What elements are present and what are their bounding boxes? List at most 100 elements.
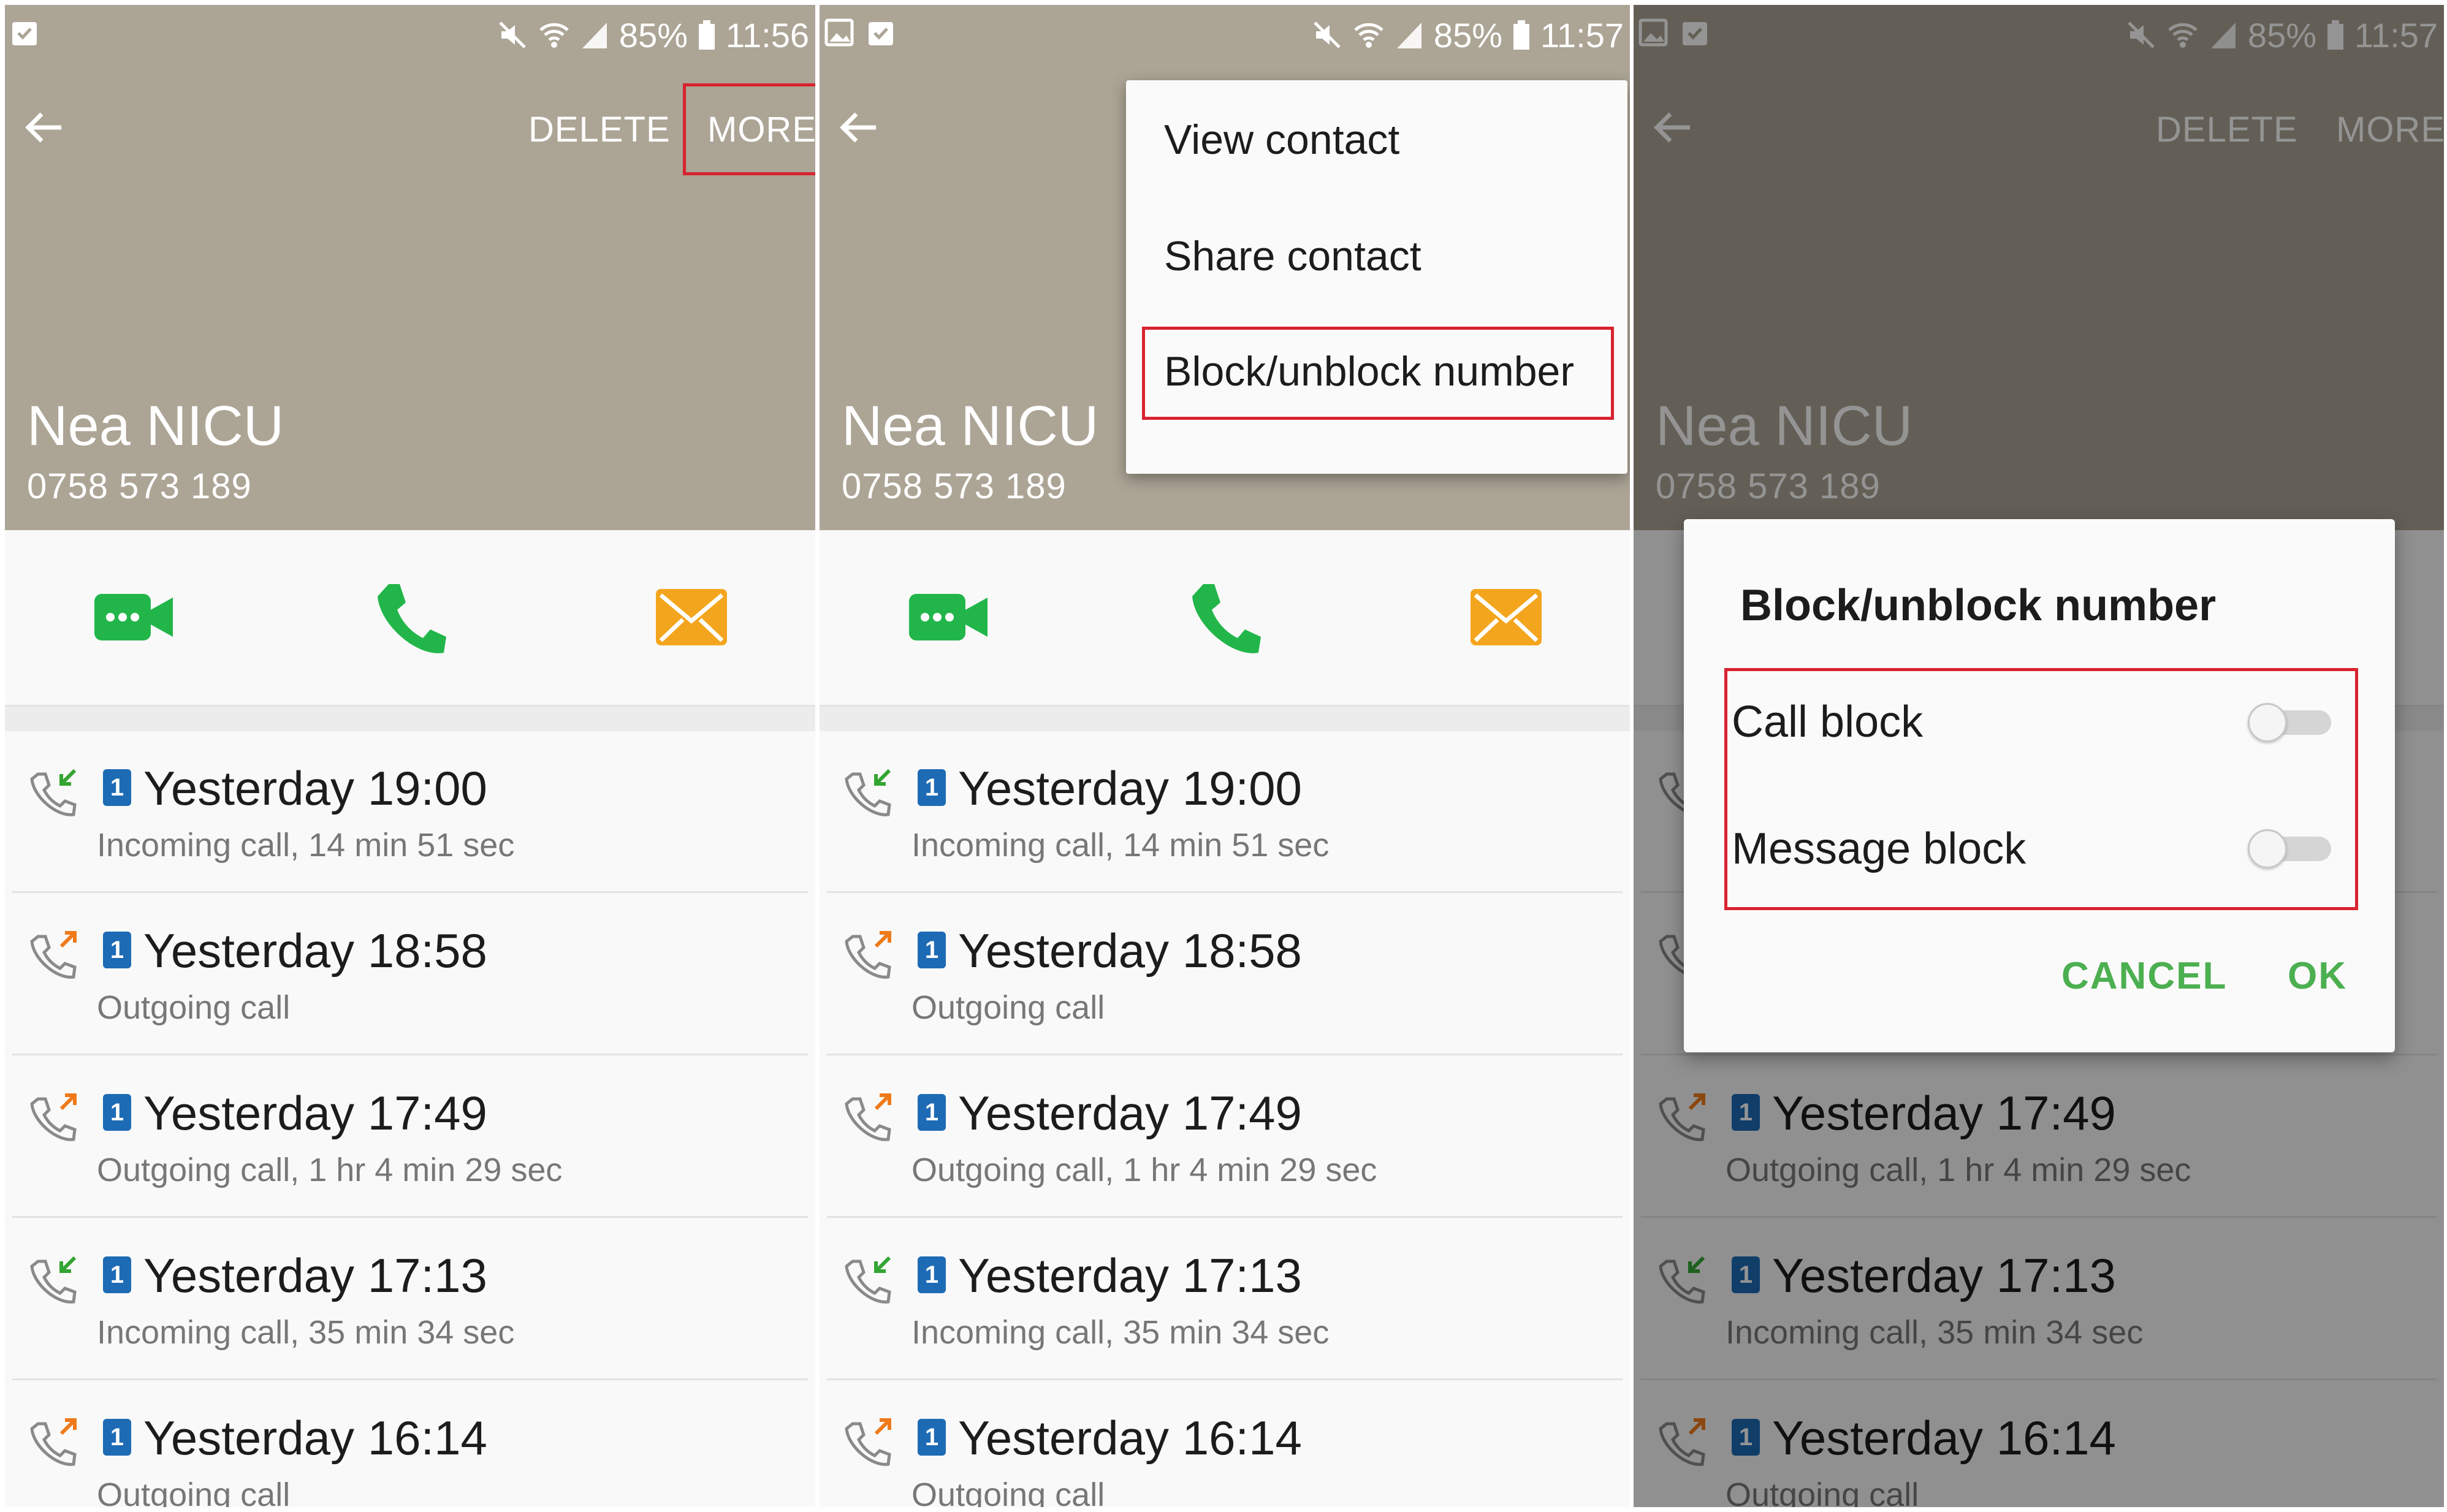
call-time: Yesterday 16:14: [958, 1411, 1302, 1465]
notification-image-icon: [824, 18, 854, 47]
phone-icon[interactable]: [375, 582, 446, 658]
highlight-more-button: [683, 83, 815, 175]
sim-1-icon: 1: [103, 1256, 131, 1293]
phone-icon[interactable]: [1190, 582, 1261, 658]
dialog-title: Block/unblock number: [1740, 581, 2217, 630]
mute-icon: [1314, 21, 1341, 48]
call-log-row[interactable]: 1 Yesterday 17:13 Incoming call, 35 min 34…: [5, 1218, 815, 1380]
menu-item-share-contact[interactable]: Share contact: [1164, 232, 1421, 280]
status-bar: 85% 11:57: [820, 5, 1630, 63]
notification-clipboard-icon: [10, 18, 39, 47]
sim-1-icon: 1: [103, 769, 131, 806]
call-detail: Outgoing call: [97, 1476, 291, 1507]
action-bar: [820, 530, 1630, 707]
highlight-block-unblock: [1142, 327, 1614, 420]
sim-1-icon: 1: [918, 1094, 946, 1131]
call-log-row[interactable]: 1 Yesterday 18:58 Outgoing call: [5, 894, 815, 1055]
outgoing-call-icon: [845, 931, 891, 979]
envelope-icon[interactable]: [1471, 589, 1542, 645]
call-detail: Outgoing call: [911, 989, 1105, 1026]
sim-1-icon: 1: [918, 769, 946, 806]
call-detail: Outgoing call: [97, 989, 291, 1026]
screen-more-menu: 85% 11:57 Nea NICU 0758 573 189 1 Yesterd…: [820, 5, 1630, 1507]
call-log-row[interactable]: 1 Yesterday 16:14 Outgoing call: [5, 1381, 815, 1507]
contact-name: Nea NICU: [27, 395, 284, 457]
clock: 11:57: [1540, 15, 1624, 55]
screen-block-dialog: 85% 11:57 DELETE MORE Nea NICU 0758 573 …: [1634, 5, 2444, 1507]
status-bar: 85% 11:56: [5, 5, 815, 63]
signal-icon: [1396, 23, 1421, 48]
call-detail: Incoming call, 35 min 34 sec: [97, 1314, 515, 1351]
outgoing-call-icon: [845, 1093, 891, 1141]
row-separator: [827, 1054, 1623, 1055]
sim-1-icon: 1: [918, 1256, 946, 1293]
sim-1-icon: 1: [103, 1419, 131, 1456]
wifi-icon: [1354, 23, 1383, 48]
call-log-row[interactable]: 1 Yesterday 18:58 Outgoing call: [820, 894, 1630, 1055]
call-detail: Incoming call, 35 min 34 sec: [911, 1314, 1330, 1351]
call-detail: Outgoing call, 1 hr 4 min 29 sec: [97, 1152, 563, 1188]
envelope-icon[interactable]: [656, 589, 727, 645]
divider: [5, 707, 815, 731]
outgoing-call-icon: [30, 1418, 77, 1466]
divider: [820, 707, 1630, 731]
call-time: Yesterday 16:14: [143, 1411, 487, 1465]
delete-button[interactable]: DELETE: [528, 109, 671, 150]
block-dialog: Block/unblock number Call block Message …: [1684, 519, 2395, 1052]
call-time: Yesterday 18:58: [958, 924, 1302, 978]
incoming-call-icon: [30, 1256, 77, 1304]
back-arrow-icon[interactable]: [834, 103, 883, 152]
menu-item-view-contact[interactable]: View contact: [1164, 116, 1399, 164]
battery-percent: 85%: [1433, 15, 1503, 55]
row-separator: [12, 1378, 808, 1380]
sim-1-icon: 1: [918, 932, 946, 968]
highlight-block-options: [1724, 668, 2358, 910]
incoming-call-icon: [845, 769, 891, 816]
outgoing-call-icon: [845, 1418, 891, 1466]
call-detail: Incoming call, 14 min 51 sec: [911, 827, 1330, 864]
ok-button[interactable]: OK: [2288, 954, 2347, 998]
call-time: Yesterday 19:00: [143, 761, 487, 815]
call-log-row[interactable]: 1 Yesterday 19:00 Incoming call, 14 min 51…: [5, 731, 815, 893]
contact-header: 85% 11:56 DELETE MORE Nea NICU 0758 573 …: [5, 5, 815, 530]
wifi-icon: [539, 23, 569, 48]
sim-1-icon: 1: [103, 1094, 131, 1131]
outgoing-call-icon: [30, 931, 77, 979]
mute-icon: [499, 21, 526, 48]
row-separator: [827, 1378, 1623, 1380]
call-time: Yesterday 17:13: [958, 1248, 1302, 1302]
clock: 11:56: [726, 15, 809, 55]
row-separator: [827, 1216, 1623, 1218]
call-time: Yesterday 19:00: [958, 761, 1302, 815]
contact-number: 0758 573 189: [27, 466, 252, 506]
outgoing-call-icon: [30, 1093, 77, 1141]
video-call-icon[interactable]: [94, 591, 174, 643]
incoming-call-icon: [30, 769, 77, 816]
battery-icon: [699, 20, 715, 50]
notification-clipboard-icon: [866, 18, 896, 47]
call-log-row[interactable]: 1 Yesterday 17:49 Outgoing call, 1 hr 4 mi…: [5, 1056, 815, 1218]
call-log-row[interactable]: 1 Yesterday 19:00 Incoming call, 14 min 51…: [820, 731, 1630, 893]
call-log-row[interactable]: 1 Yesterday 17:13 Incoming call, 35 min 34…: [820, 1218, 1630, 1380]
sim-1-icon: 1: [103, 932, 131, 968]
contact-number: 0758 573 189: [842, 466, 1067, 506]
call-time: Yesterday 18:58: [143, 924, 487, 978]
call-time: Yesterday 17:49: [958, 1086, 1302, 1140]
row-separator: [827, 891, 1623, 893]
call-log-row[interactable]: 1 Yesterday 16:14 Outgoing call: [820, 1381, 1630, 1507]
screen-call-details: 85% 11:56 DELETE MORE Nea NICU 0758 573 …: [5, 5, 815, 1507]
signal-icon: [582, 23, 607, 48]
overflow-menu: View contact Share contact Block/unblock…: [1126, 80, 1627, 474]
call-detail: Outgoing call: [911, 1476, 1105, 1507]
row-separator: [12, 1054, 808, 1055]
incoming-call-icon: [845, 1256, 891, 1304]
action-bar: [5, 530, 815, 707]
call-log-row[interactable]: 1 Yesterday 17:49 Outgoing call, 1 hr 4 mi…: [820, 1056, 1630, 1218]
cancel-button[interactable]: CANCEL: [2061, 954, 2227, 998]
battery-icon: [1513, 20, 1530, 50]
back-arrow-icon[interactable]: [20, 103, 69, 152]
call-detail: Incoming call, 14 min 51 sec: [97, 827, 515, 864]
call-time: Yesterday 17:13: [143, 1248, 487, 1302]
video-call-icon[interactable]: [909, 591, 989, 643]
call-detail: Outgoing call, 1 hr 4 min 29 sec: [911, 1152, 1377, 1188]
